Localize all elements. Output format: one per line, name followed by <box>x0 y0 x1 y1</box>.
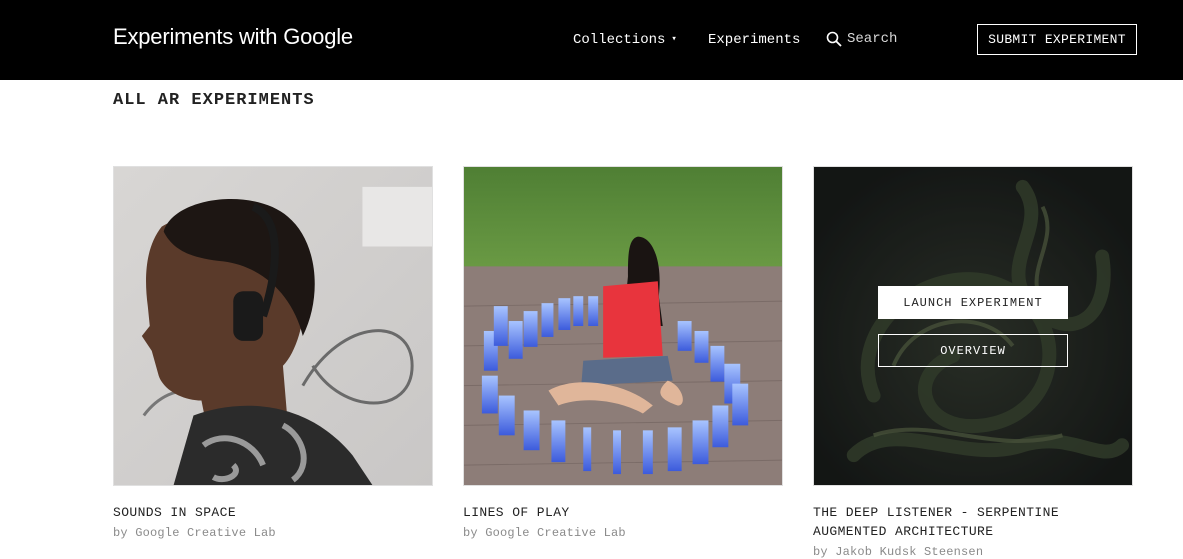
experiment-thumbnail[interactable] <box>463 166 783 486</box>
search-icon <box>826 31 842 47</box>
top-navigation-bar: Experiments with Google Collections ▾ Exp… <box>0 0 1183 80</box>
experiment-title[interactable]: LINES OF PLAY <box>463 503 783 522</box>
site-logo[interactable]: Experiments with Google <box>113 24 353 50</box>
experiment-author: by Google Creative Lab <box>113 526 276 540</box>
experiment-title[interactable]: SOUNDS IN SPACE <box>113 503 433 522</box>
experiment-photo-sounds-in-space <box>114 167 432 485</box>
experiment-thumbnail[interactable]: LAUNCH EXPERIMENT OVERVIEW <box>813 166 1133 486</box>
launch-experiment-button[interactable]: LAUNCH EXPERIMENT <box>878 286 1068 319</box>
chevron-down-icon: ▾ <box>671 34 677 44</box>
page-title: ALL AR EXPERIMENTS <box>113 91 315 110</box>
nav-collections-dropdown[interactable]: Collections ▾ <box>573 32 677 48</box>
overview-button[interactable]: OVERVIEW <box>878 334 1068 367</box>
experiment-photo-lines-of-play <box>464 167 782 485</box>
experiment-card: LAUNCH EXPERIMENT OVERVIEW THE DEEP LIST… <box>813 166 1133 559</box>
experiment-thumbnail[interactable] <box>113 166 433 486</box>
nav-collections-label: Collections <box>573 32 666 48</box>
experiment-title[interactable]: THE DEEP LISTENER - SERPENTINE AUGMENTED… <box>813 503 1133 541</box>
experiment-author: by Google Creative Lab <box>463 526 626 540</box>
nav-experiments-link[interactable]: Experiments <box>708 32 800 48</box>
nav-search-button[interactable]: Search <box>826 31 897 47</box>
experiment-card: SOUNDS IN SPACE by Google Creative Lab <box>113 166 433 540</box>
experiment-author: by Jakob Kudsk Steensen <box>813 545 984 559</box>
experiment-photo-deep-listener <box>814 167 1132 485</box>
experiment-card: LINES OF PLAY by Google Creative Lab <box>463 166 783 540</box>
submit-experiment-button[interactable]: SUBMIT EXPERIMENT <box>977 24 1137 55</box>
nav-search-label: Search <box>847 31 898 47</box>
